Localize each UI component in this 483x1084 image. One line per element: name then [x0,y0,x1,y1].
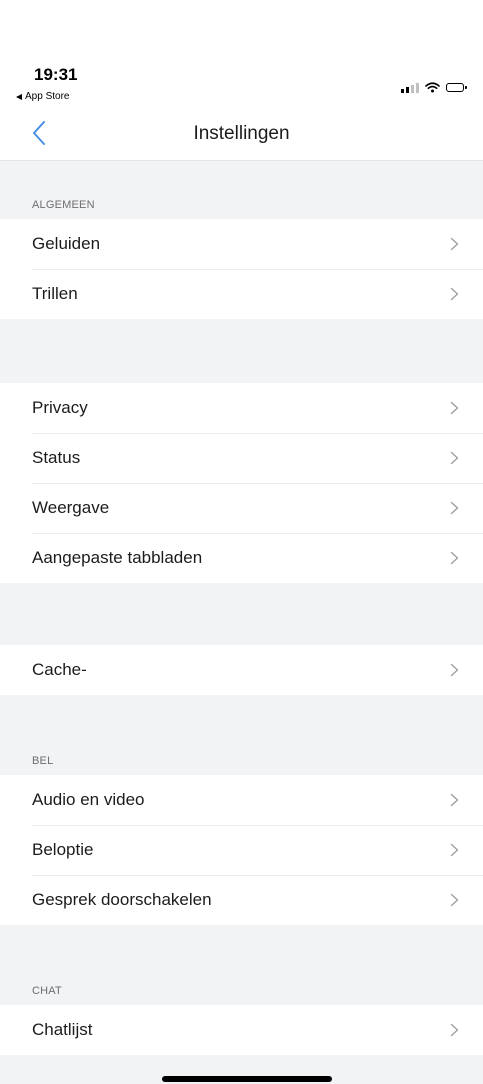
settings-item-geluiden[interactable]: Geluiden [0,219,483,269]
chevron-right-icon [450,893,459,907]
chevron-right-icon [450,663,459,677]
section-spacer [0,319,483,383]
chevron-right-icon [450,287,459,301]
settings-item-label: Gesprek doorschakelen [32,890,212,909]
section-label: CHAT [32,985,62,997]
settings-item-privacy[interactable]: Privacy [0,383,483,433]
section-header-chat: CHAT [0,925,483,1005]
chevron-right-icon [450,237,459,251]
status-time: 19:31 [34,65,78,84]
page-title: Instellingen [193,123,290,144]
settings-item-chatlijst[interactable]: Chatlijst [0,1005,483,1055]
section-spacer [0,583,483,645]
settings-group: Privacy Status Weergave Aangepaste tabbl… [0,383,483,583]
chevron-right-icon [450,1023,459,1037]
cellular-signal-icon [401,82,419,93]
chevron-right-icon [450,843,459,857]
settings-item-label: Beloptie [32,840,94,859]
section-header-algemeen: ALGEMEEN [0,161,483,219]
settings-item-label: Weergave [32,498,110,517]
settings-group: Cache- [0,645,483,695]
status-back-app-label: App Store [25,91,70,102]
settings-item-label: Cache- [32,660,87,679]
settings-item-gesprek-doorschakelen[interactable]: Gesprek doorschakelen [0,875,483,925]
section-label: ALGEMEEN [32,199,95,211]
settings-item-trillen[interactable]: Trillen [0,269,483,319]
chevron-right-icon [450,551,459,565]
settings-item-status[interactable]: Status [0,433,483,483]
settings-group: Chatlijst [0,1005,483,1055]
chevron-right-icon [450,501,459,515]
settings-item-audio-en-video[interactable]: Audio en video [0,775,483,825]
settings-item-label: Chatlijst [32,1020,93,1039]
chevron-right-icon [450,401,459,415]
settings-group: Geluiden Trillen [0,219,483,319]
section-label: BEL [32,755,54,767]
settings-item-beloptie[interactable]: Beloptie [0,825,483,875]
settings-item-label: Status [32,448,81,467]
top-bar: 19:31 App Store Instellingen [0,0,483,161]
chevron-right-icon [450,793,459,807]
chevron-right-icon [450,451,459,465]
battery-icon [446,83,467,92]
settings-item-aangepaste-tabbladen[interactable]: Aangepaste tabbladen [0,533,483,583]
settings-item-weergave[interactable]: Weergave [0,483,483,533]
settings-group: Audio en video Beloptie Gesprek doorscha… [0,775,483,925]
section-header-bel: BEL [0,695,483,775]
settings-item-cache[interactable]: Cache- [0,645,483,695]
wifi-icon [425,82,440,93]
status-back-to-app[interactable]: App Store [16,91,69,102]
settings-item-label: Privacy [32,398,88,417]
settings-item-label: Trillen [32,284,78,303]
settings-item-label: Aangepaste tabbladen [32,548,203,567]
settings-item-label: Audio en video [32,790,145,809]
settings-item-label: Geluiden [32,234,101,253]
back-arrow-icon [16,93,22,100]
home-indicator[interactable] [162,1076,332,1082]
status-icons [401,82,467,93]
